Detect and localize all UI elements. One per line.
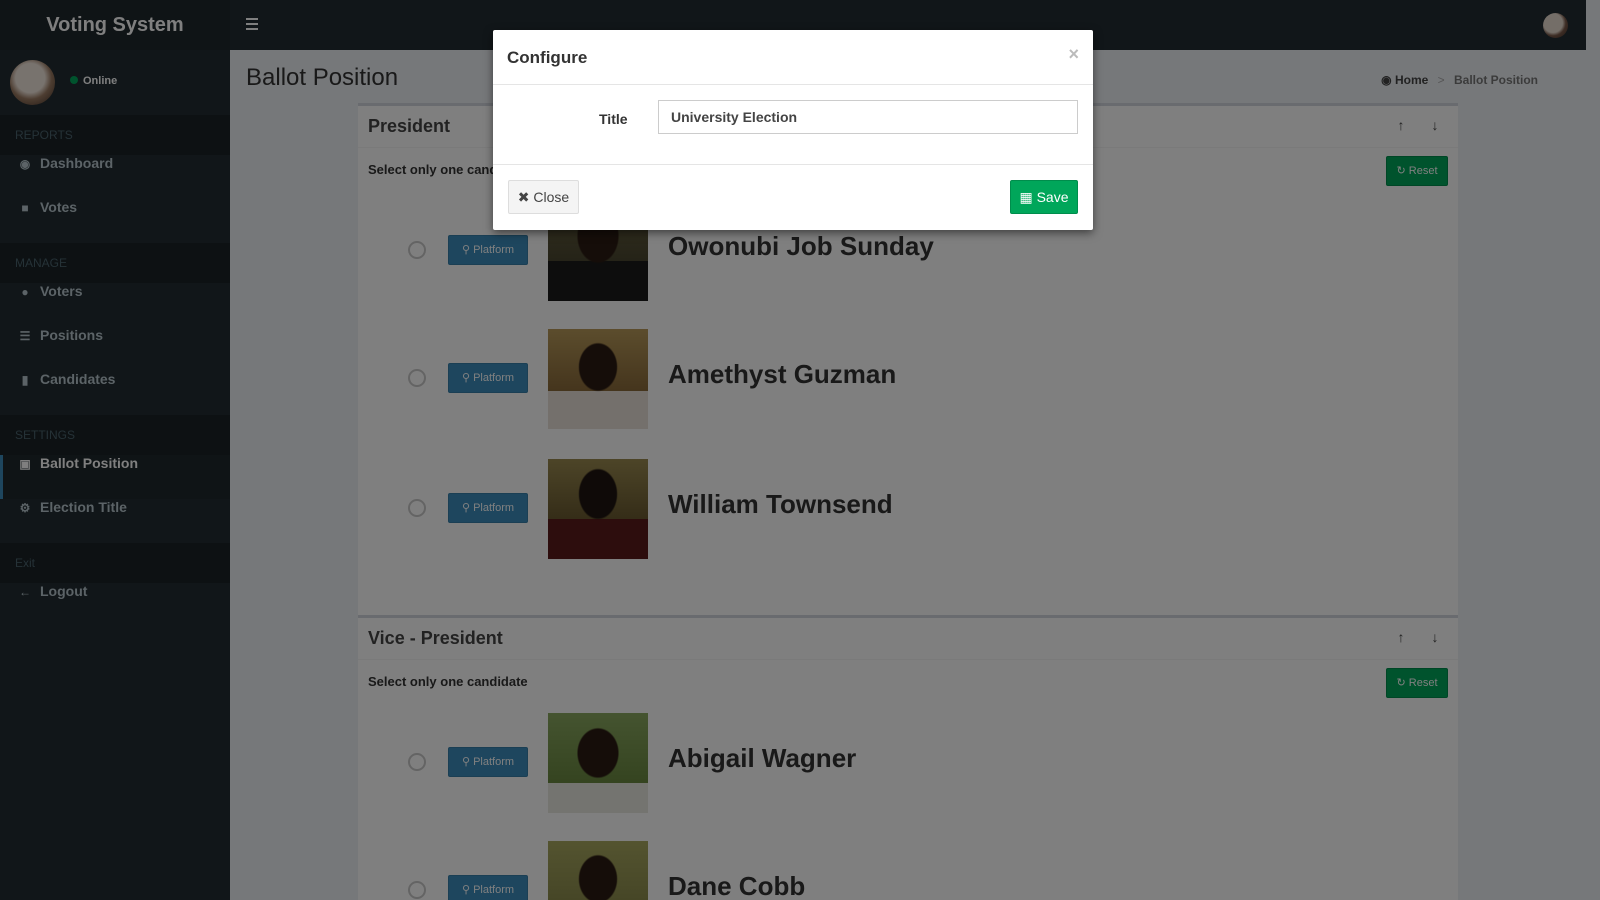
title-field-label: Title xyxy=(599,111,628,127)
title-input[interactable] xyxy=(658,100,1078,134)
modal-header: Configure × xyxy=(493,30,1093,85)
modal-title: Configure xyxy=(507,48,588,67)
close-icon[interactable]: × xyxy=(1068,44,1079,65)
save-icon: ▦ xyxy=(1019,189,1033,205)
modal-body: Title xyxy=(493,85,1093,165)
save-button-label: Save xyxy=(1036,189,1069,205)
save-button[interactable]: ▦ Save xyxy=(1010,180,1078,214)
close-button[interactable]: ✖ Close xyxy=(508,180,579,214)
close-button-label: Close xyxy=(533,189,570,205)
configure-modal: Configure × Title ✖ Close ▦ Save xyxy=(493,30,1093,230)
modal-footer: ✖ Close ▦ Save xyxy=(493,165,1093,229)
close-x-icon: ✖ xyxy=(517,189,530,205)
